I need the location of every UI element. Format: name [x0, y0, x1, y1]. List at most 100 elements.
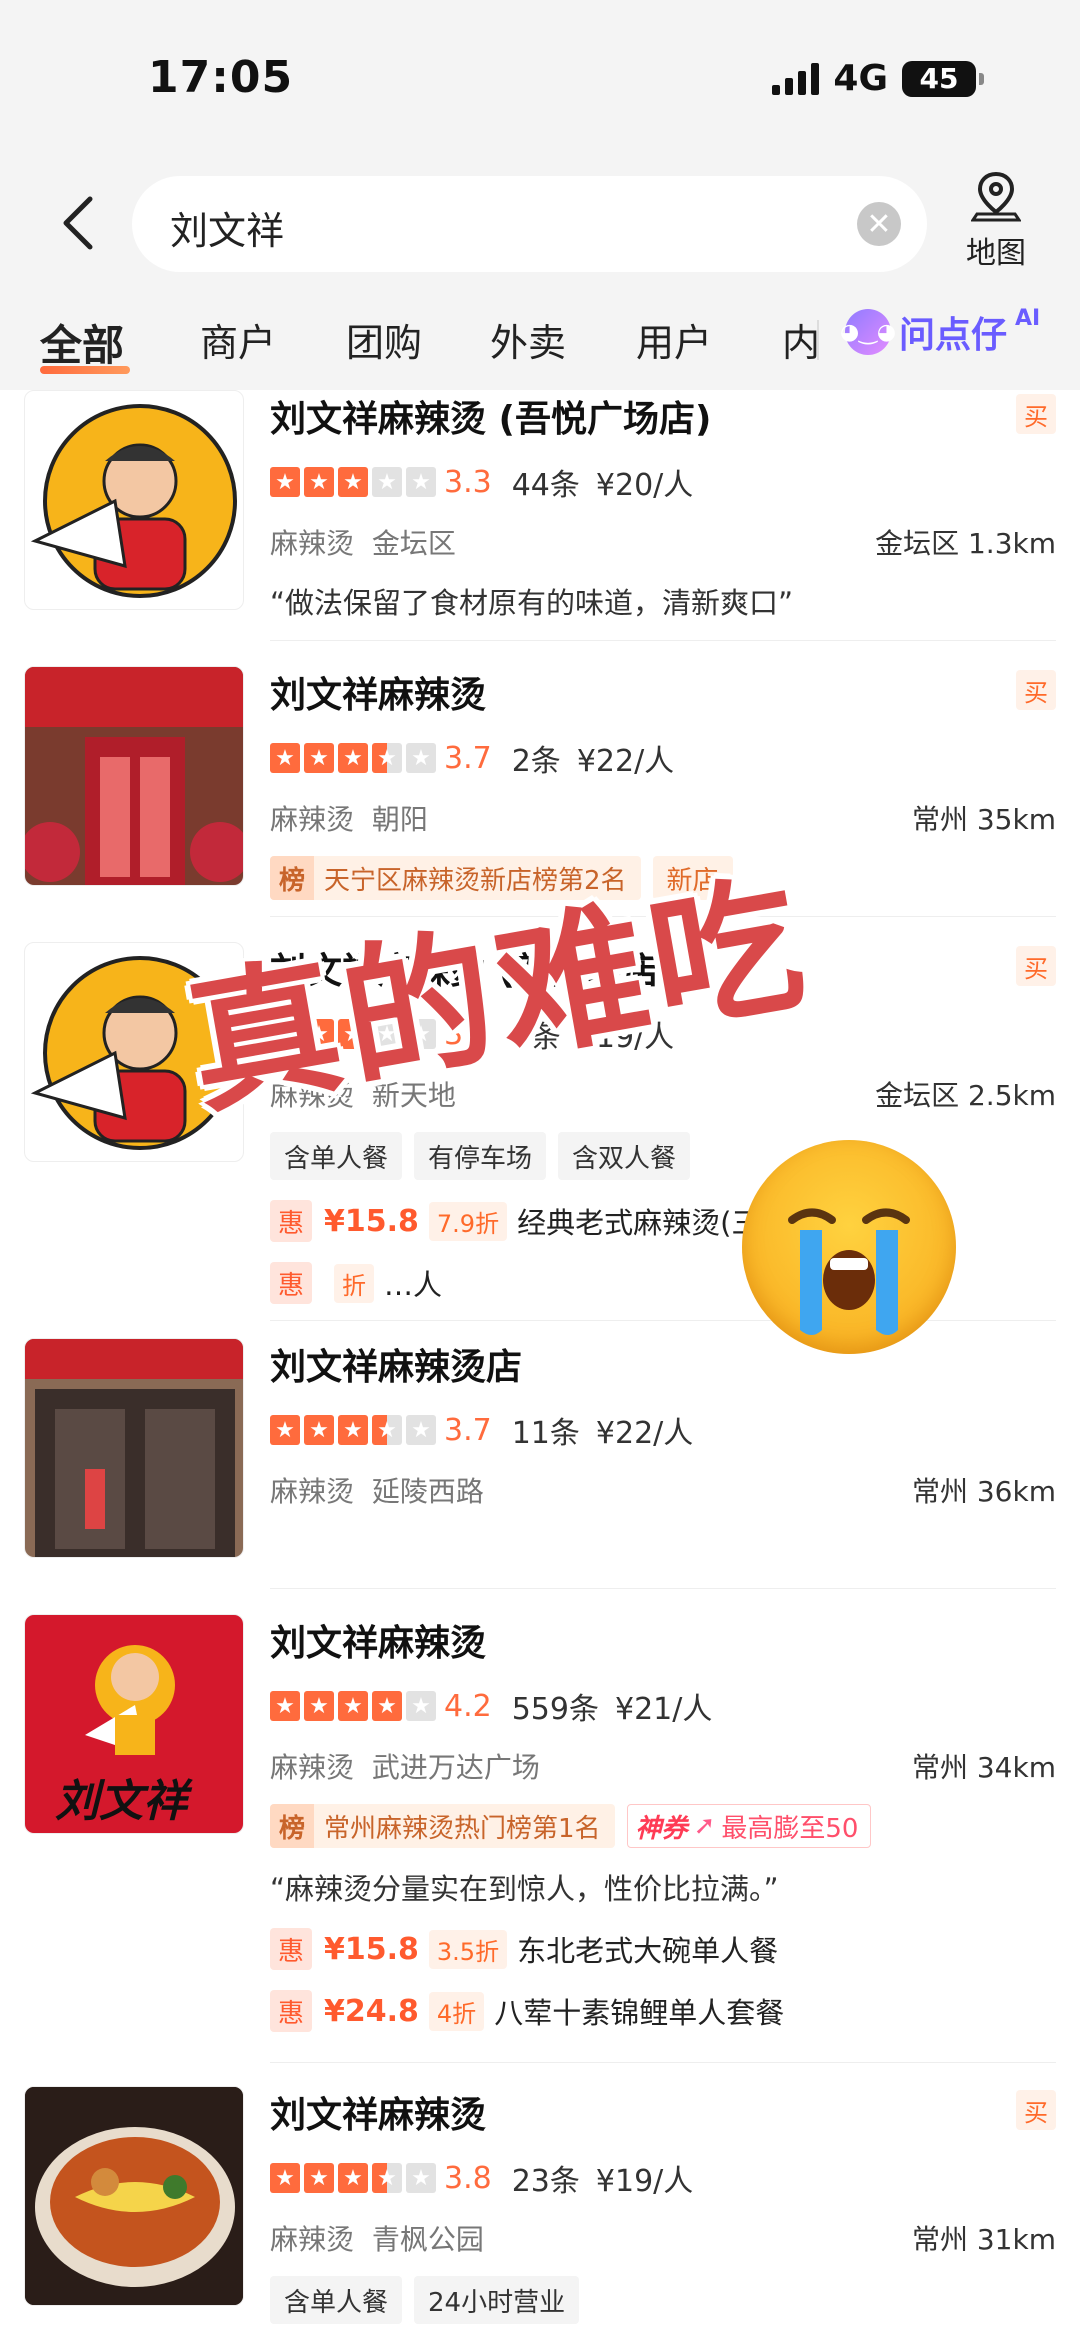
rating-score: 3.7: [444, 1412, 492, 1448]
tab-merchants[interactable]: 商户: [200, 312, 276, 367]
shop-info: 刘文祥麻辣烫 ★ ★ ★ ★ ★ 4.2 559条 ¥21/人 麻辣烫 武进万达广场 常…: [270, 1614, 1056, 2032]
coupon-badge[interactable]: 神券 ➚ 最高膨至50: [626, 1804, 872, 1848]
shop-thumbnail: [24, 942, 244, 1162]
review-count: 559条: [511, 1692, 599, 1727]
avg-price: ¥20/人: [595, 468, 694, 503]
shop-logo-image: [30, 956, 237, 1150]
tab-delivery[interactable]: 外卖: [490, 312, 566, 367]
star-icon: ★: [270, 1019, 300, 1049]
tab-all[interactable]: 全部: [40, 312, 124, 373]
chevron-left-icon: [63, 196, 93, 250]
area: 武进万达广场: [371, 1751, 540, 1784]
review-count: 23条: [511, 2164, 580, 2199]
rank-badge[interactable]: 榜 天宁区麻辣烫新店榜第2名: [270, 856, 641, 900]
deal-price: ¥24.8: [324, 1993, 419, 2029]
map-button[interactable]: 地图: [956, 170, 1036, 272]
distance: 常州 36km: [911, 1475, 1056, 1508]
category: 麻辣烫: [270, 527, 355, 560]
category-row: 麻辣烫 延陵西路 常州 36km: [270, 1470, 1056, 1510]
rank-icon: 榜: [270, 1804, 314, 1848]
star-icon: ★: [304, 2163, 334, 2193]
avg-price: ¥19/人: [595, 2164, 694, 2199]
area: 新天地: [371, 1079, 456, 1112]
category: 麻辣烫: [270, 2223, 355, 2256]
rating-row: ★ ★ ★ ★ ★ 3.3 44条 ¥20/人: [270, 460, 1056, 504]
distance: 常州 31km: [911, 2223, 1056, 2256]
shop-name: 刘文祥麻辣烫 (吾悦广场店): [270, 399, 712, 440]
shop-info: 刘文祥麻辣烫 (吾悦广场店) 买 ★ ★ ★ ★ ★ 3.3 44条 ¥20/人 麻辣烫…: [270, 390, 1056, 622]
star-icon: ★: [270, 1691, 300, 1721]
review-count: 11条: [511, 1416, 580, 1451]
feature-chip: 含单人餐: [270, 2276, 403, 2324]
star-icon: ★: [270, 743, 300, 773]
review-count: 8条: [511, 1020, 561, 1055]
star-icon: ★: [338, 1019, 368, 1049]
rating-row: ★ ★ ★ ★ ★ 3.7 11条 ¥22/人: [270, 1408, 1056, 1452]
category-row: 麻辣烫 金坛区 金坛区 1.3km: [270, 522, 1056, 562]
coupon-label: 神券: [635, 1813, 688, 1844]
avg-price: ¥19/人: [576, 1020, 675, 1055]
shop-thumbnail: 刘文祥: [24, 1614, 244, 1834]
area: 金坛区: [371, 527, 456, 560]
tab-group-buy[interactable]: 团购: [346, 312, 422, 367]
distance: 金坛区 1.3km: [875, 527, 1056, 560]
ai-mascot-icon: ◕‿◕: [840, 309, 896, 355]
rating-row: ★ ★ ★ ★ ★ 3.2 8条 ¥19/人: [270, 1012, 1056, 1056]
category-row: 麻辣烫 青枫公园 常州 31km: [270, 2218, 1056, 2258]
category: 麻辣烫: [270, 1751, 355, 1784]
deal-name: 东北老式大碗单人餐: [517, 1934, 779, 1968]
star-icon: ★: [406, 467, 436, 497]
area: 青枫公园: [371, 2223, 484, 2256]
category: 麻辣烫: [270, 1475, 355, 1508]
star-icon: ★: [270, 467, 300, 497]
avg-price: ¥21/人: [614, 1692, 713, 1727]
rating-score: 4.2: [444, 1688, 492, 1724]
review-quote: “麻辣烫分量实在到惊人，性价比拉满。”: [270, 1872, 779, 1906]
star-icon: ★: [372, 743, 402, 773]
deal-icon: 惠: [270, 1990, 312, 2032]
buy-tag: 买: [1016, 2090, 1056, 2130]
map-pin-icon: [970, 171, 1022, 222]
star-icon: ★: [304, 467, 334, 497]
noodle-bowl-image: [25, 2087, 243, 2305]
badge-row: 榜 常州麻辣烫热门榜第1名 神券 ➚ 最高膨至50: [270, 1804, 1056, 1848]
avg-price: ¥22/人: [576, 744, 675, 779]
rating-row: ★ ★ ★ ★ ★ 3.7 2条 ¥22/人: [270, 736, 1056, 780]
star-icon: ★: [304, 1691, 334, 1721]
star-rating: ★ ★ ★ ★ ★: [270, 2163, 436, 2193]
back-button[interactable]: [48, 188, 108, 258]
star-icon: ★: [338, 743, 368, 773]
star-icon: ★: [304, 1019, 334, 1049]
tab-content[interactable]: 内: [782, 312, 820, 367]
shop-thumbnail: [24, 2086, 244, 2306]
divider: [270, 1588, 1056, 1589]
avg-price: ¥22/人: [595, 1416, 694, 1451]
ai-sup: AI: [1015, 305, 1041, 331]
clear-search-button[interactable]: ✕: [857, 202, 901, 246]
ai-label: 问点仔: [899, 315, 1008, 356]
rank-badge[interactable]: 榜 常州麻辣烫热门榜第1名: [270, 1804, 615, 1848]
deal-row[interactable]: 惠 ¥24.8 4折 八荤十素锦鲤单人套餐: [270, 1990, 1056, 2032]
deal-discount: 7.9折: [428, 1201, 508, 1241]
coupon-text: 最高膨至50: [721, 1813, 859, 1844]
search-input[interactable]: 刘文祥 ✕: [132, 176, 927, 272]
deal-discount: 4折: [428, 1991, 485, 2031]
rating-row: ★ ★ ★ ★ ★ 4.2 559条 ¥21/人: [270, 1684, 1056, 1728]
review-quote: “做法保留了食材原有的味道，清新爽口”: [270, 586, 794, 620]
buy-tag: 买: [1016, 670, 1056, 710]
deal-name: 经典老式麻辣烫(三: [517, 1206, 761, 1240]
star-icon: ★: [406, 743, 436, 773]
distance: 常州 35km: [911, 803, 1056, 836]
star-icon: ★: [372, 1691, 402, 1721]
status-bar: 17:05 4G 45: [0, 0, 1080, 150]
feature-chips: 含单人餐 24小时营业: [270, 2276, 1056, 2324]
deal-discount: 3.5折: [428, 1929, 508, 1969]
deal-row[interactable]: 惠 ¥15.8 3.5折 东北老式大碗单人餐: [270, 1928, 1056, 1970]
tab-users[interactable]: 用户: [636, 312, 712, 367]
loudly-crying-face-icon: [742, 1140, 956, 1354]
shop-thumbnail: [24, 1338, 244, 1558]
result-list[interactable]: 刘文祥麻辣烫 (吾悦广场店) 买 ★ ★ ★ ★ ★ 3.3 44条 ¥20/人 麻辣烫…: [0, 390, 1080, 2347]
buy-tag: 买: [1016, 946, 1056, 986]
deal-discount: 折: [334, 1263, 374, 1303]
tab-ai-assistant[interactable]: ◕‿◕ 问点仔 AI: [840, 305, 1041, 358]
